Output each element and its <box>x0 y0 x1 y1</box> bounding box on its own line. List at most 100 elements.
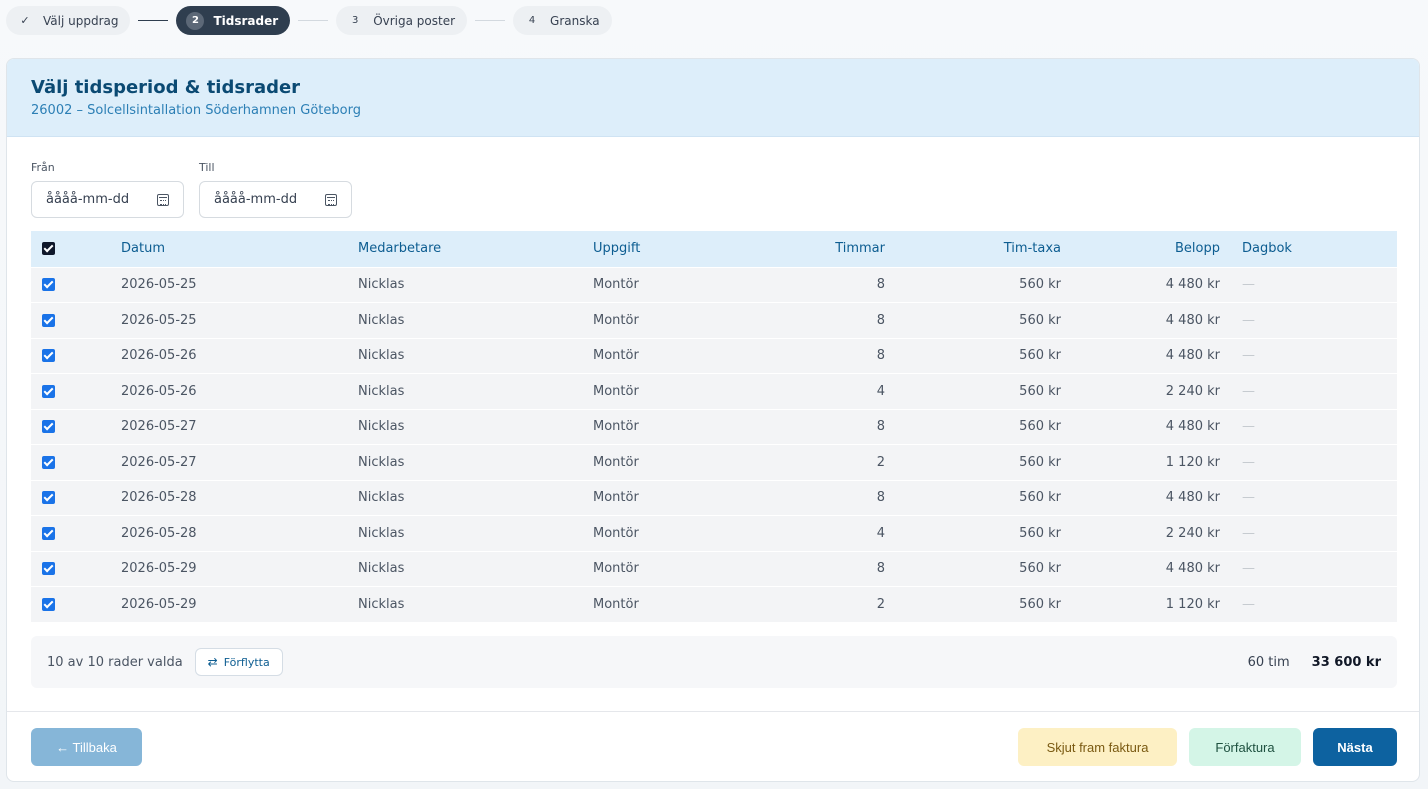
calendar-icon[interactable] <box>325 193 337 206</box>
cell-logbook: — <box>1242 383 1255 399</box>
cell-rate: 560 kr <box>1019 383 1061 399</box>
cell-amount: 4 480 kr <box>1165 419 1220 435</box>
cell-rate: 560 kr <box>1019 597 1061 612</box>
cell-date: 2026-05-27 <box>121 454 197 470</box>
cell-date: 2026-05-28 <box>121 525 197 541</box>
cell-rate: 560 kr <box>1019 419 1061 435</box>
cell-amount: 4 480 kr <box>1165 312 1220 328</box>
step-label: Tidsrader <box>213 13 279 28</box>
step-select-assignment[interactable]: ✓ Välj uppdrag <box>6 6 131 35</box>
col-hours[interactable]: Timmar <box>763 231 885 267</box>
col-employee[interactable]: Medarbetare <box>358 231 593 267</box>
check-icon: ✓ <box>20 14 30 27</box>
cell-select <box>31 516 121 552</box>
col-rate[interactable]: Tim-taxa <box>885 231 1061 267</box>
row-checkbox[interactable] <box>42 278 55 292</box>
cell-hours: 2 <box>876 597 885 612</box>
step-label: Välj uppdrag <box>43 13 119 28</box>
step-other-items[interactable]: 3 Övriga poster <box>336 6 468 35</box>
cell-logbook: — <box>1242 561 1255 577</box>
cell-logbook: — <box>1242 454 1255 470</box>
cell-date: 2026-05-29 <box>121 597 197 612</box>
totals: 60 tim 33 600 kr <box>1248 655 1381 670</box>
row-checkbox[interactable] <box>42 313 55 327</box>
row-checkbox[interactable] <box>42 598 55 611</box>
cell-date: 2026-05-26 <box>121 383 197 399</box>
pre-invoice-button[interactable]: Förfaktura <box>1189 728 1301 766</box>
row-checkbox[interactable] <box>42 526 55 540</box>
cell-task: Montör <box>593 597 639 612</box>
to-date-input[interactable]: åååå-mm-dd <box>199 181 352 218</box>
col-logbook[interactable]: Dagbok <box>1220 231 1397 267</box>
cell-task: Montör <box>593 490 639 506</box>
cell-date: 2026-05-25 <box>121 312 197 328</box>
step-connector <box>138 20 169 21</box>
calendar-icon[interactable] <box>157 193 169 206</box>
step-connector <box>298 20 329 21</box>
col-amount[interactable]: Belopp <box>1061 231 1220 267</box>
cell-hours: 4 <box>876 383 885 399</box>
from-date-input[interactable]: åååå-mm-dd <box>31 181 184 218</box>
table-row[interactable]: 2026-05-29 Nicklas Montör 8 560 kr 4 480 kr — <box>31 551 1397 587</box>
table-row[interactable]: 2026-05-25 Nicklas Montör 8 560 kr 4 480 kr — <box>31 267 1397 303</box>
cell-employee: Nicklas <box>358 597 405 612</box>
swap-arrows-icon: ⇄ <box>207 655 218 669</box>
cell-task: Montör <box>593 277 639 293</box>
table-row[interactable]: 2026-05-25 Nicklas Montör 8 560 kr 4 480 kr — <box>31 302 1397 338</box>
table-row[interactable]: 2026-05-26 Nicklas Montör 4 560 kr 2 240 kr — <box>31 373 1397 410</box>
cell-employee: Nicklas <box>358 277 405 293</box>
table-row[interactable]: 2026-05-26 Nicklas Montör 8 560 kr 4 480 kr — <box>31 338 1397 374</box>
footer-divider <box>7 711 1419 712</box>
next-button[interactable]: Nästa <box>1313 728 1397 766</box>
cell-amount: 1 120 kr <box>1165 597 1220 612</box>
cell-date: 2026-05-27 <box>121 419 197 435</box>
cell-hours: 8 <box>876 348 885 364</box>
row-checkbox[interactable] <box>42 420 55 434</box>
cell-employee: Nicklas <box>358 454 405 470</box>
cell-select <box>31 409 121 445</box>
row-checkbox[interactable] <box>42 562 55 576</box>
cell-task: Montör <box>593 383 639 399</box>
cell-logbook: — <box>1242 348 1255 364</box>
cell-date: 2026-05-26 <box>121 348 197 364</box>
table-row[interactable]: 2026-05-28 Nicklas Montör 4 560 kr 2 240 kr — <box>31 515 1397 552</box>
cell-hours: 8 <box>876 277 885 293</box>
step-review[interactable]: 4 Granska <box>513 6 612 35</box>
col-date[interactable]: Datum <box>121 231 358 267</box>
cell-select <box>31 338 121 374</box>
step-number: 3 <box>352 15 359 26</box>
row-checkbox[interactable] <box>42 455 55 469</box>
cell-task: Montör <box>593 312 639 328</box>
cell-select <box>31 267 121 303</box>
row-checkbox[interactable] <box>42 384 55 398</box>
cell-logbook: — <box>1242 277 1255 293</box>
cell-amount: 4 480 kr <box>1165 348 1220 364</box>
cell-task: Montör <box>593 561 639 577</box>
select-all-checkbox[interactable] <box>42 242 55 256</box>
move-button[interactable]: ⇄ Förflytta <box>194 648 283 676</box>
cell-rate: 560 kr <box>1019 525 1061 541</box>
table-row[interactable]: 2026-05-27 Nicklas Montör 8 560 kr 4 480 kr — <box>31 409 1397 445</box>
step-time-rows[interactable]: 2 Tidsrader <box>176 6 291 35</box>
col-task[interactable]: Uppgift <box>593 231 763 267</box>
selected-count: 10 av 10 rader valda <box>47 654 183 670</box>
table-row[interactable]: 2026-05-29 Nicklas Montör 2 560 kr 1 120 kr — <box>31 586 1397 622</box>
cell-select <box>31 374 121 410</box>
row-checkbox[interactable] <box>42 491 55 505</box>
cell-select <box>31 445 121 481</box>
date-filters: Från åååå-mm-dd Till åååå-mm-dd <box>31 161 367 218</box>
cell-hours: 8 <box>876 561 885 577</box>
row-checkbox[interactable] <box>42 349 55 363</box>
cell-select <box>31 551 121 587</box>
table-row[interactable]: 2026-05-27 Nicklas Montör 2 560 kr 1 120 kr — <box>31 444 1397 481</box>
cell-hours: 8 <box>876 312 885 328</box>
cell-hours: 8 <box>876 490 885 506</box>
cell-hours: 8 <box>876 419 885 435</box>
postpone-invoice-button[interactable]: Skjut fram faktura <box>1018 728 1177 766</box>
table-row[interactable]: 2026-05-28 Nicklas Montör 8 560 kr 4 480 kr — <box>31 480 1397 516</box>
back-button[interactable]: ← Tillbaka <box>31 728 142 766</box>
cell-amount: 1 120 kr <box>1165 454 1220 470</box>
cell-amount: 2 240 kr <box>1165 383 1220 399</box>
cell-rate: 560 kr <box>1019 561 1061 577</box>
step-label: Granska <box>550 13 600 28</box>
